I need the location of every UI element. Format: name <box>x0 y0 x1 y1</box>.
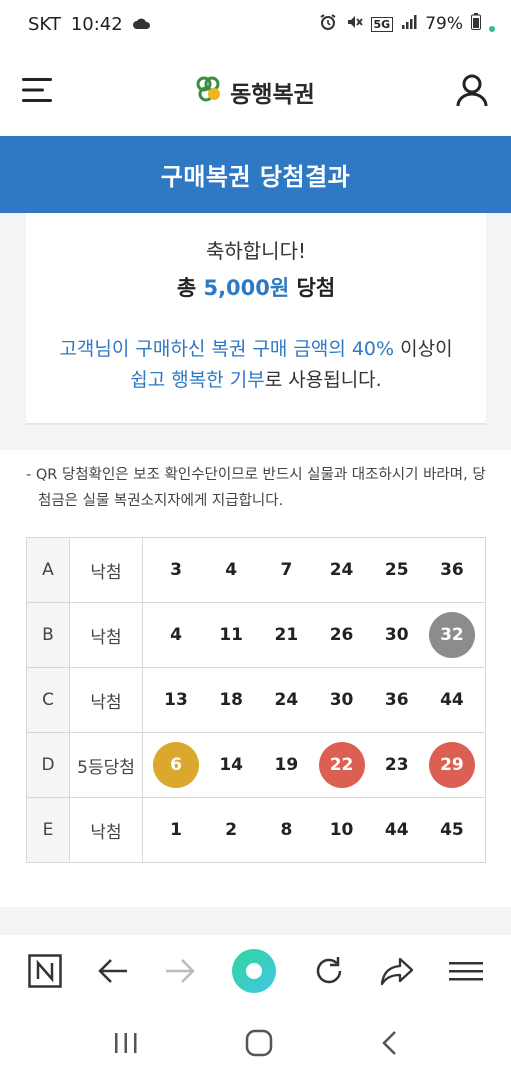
prize-suffix: 당첨 <box>289 276 336 300</box>
notification-dot-icon <box>489 26 495 32</box>
donation-line2-rest: 로 사용됩니다. <box>264 369 382 391</box>
forward-arrow-icon[interactable] <box>164 957 196 989</box>
menu-icon[interactable] <box>449 960 484 986</box>
donation-line1-rest: 이상이 <box>394 338 453 360</box>
row-status: 5등당첨 <box>69 732 143 798</box>
system-nav-bar <box>0 1010 511 1080</box>
status-bar: SKT 10:42 5G 79% <box>0 0 511 48</box>
matched-number-ball: 29 <box>428 742 475 788</box>
prize-line: 총 5,000원 당첨 <box>26 272 486 302</box>
lotto-number: 19 <box>274 755 299 775</box>
lotto-number: 36 <box>384 690 409 710</box>
row-status: 낙첨 <box>69 537 143 603</box>
lotto-number: 4 <box>170 625 182 645</box>
row-numbers: 1 2 8 10 44 45 <box>142 797 486 863</box>
home-icon[interactable] <box>245 1029 273 1061</box>
lotto-number: 45 <box>440 820 464 840</box>
matched-number-ball: 32 <box>428 612 475 658</box>
lotto-number: 30 <box>384 625 409 645</box>
lotto-number: 26 <box>329 625 354 645</box>
lotto-number: 13 <box>164 690 188 710</box>
signal-icon <box>401 14 417 35</box>
row-status: 낙첨 <box>69 602 143 668</box>
lotto-number: 7 <box>280 560 293 580</box>
row-label: B <box>26 602 70 668</box>
recent-apps-icon[interactable] <box>113 1031 139 1059</box>
app-header: 동행복권 <box>0 48 511 136</box>
lotto-number: 1 <box>170 820 182 840</box>
row-label: E <box>26 797 70 863</box>
back-icon[interactable] <box>380 1029 398 1061</box>
row-numbers: 3 4 7 24 25 36 <box>142 537 486 603</box>
lotto-number: 30 <box>329 690 354 710</box>
hamburger-icon[interactable] <box>22 77 54 107</box>
lotto-number: 24 <box>274 690 299 710</box>
mute-icon <box>345 13 363 36</box>
donation-line2-highlight: 쉽고 행복한 기부 <box>130 369 265 391</box>
notice-text: - QR 당첨확인은 보조 확인수단이므로 반드시 실물과 대조하시기 바라며,… <box>26 467 486 509</box>
row-status: 낙첨 <box>69 797 143 863</box>
row-numbers: 6 14 19 22 23 29 <box>142 732 486 798</box>
donation-message: 고객님이 구매하신 복권 구매 금액의 40% 이상이 쉽고 행복한 기부로 사… <box>26 334 486 396</box>
ticket-row: E 낙첨 1 2 8 10 44 45 <box>26 797 486 863</box>
matched-number-ball: 6 <box>153 742 199 788</box>
result-card: 축하합니다! 총 5,000원 당첨 고객님이 구매하신 복권 구매 금액의 4… <box>26 213 486 425</box>
donation-line1-highlight: 고객님이 구매하신 복권 구매 금액의 40% <box>59 338 395 360</box>
lotto-number: 4 <box>225 560 238 580</box>
logo-text: 동행복권 <box>230 82 315 108</box>
carrier-label: SKT <box>28 13 61 35</box>
lotto-number: 36 <box>440 560 464 580</box>
row-label: D <box>26 732 70 798</box>
clock: 10:42 <box>70 13 123 35</box>
lotto-number: 14 <box>219 755 244 775</box>
lotto-number: 25 <box>384 560 409 580</box>
ticket-row: C 낙첨 13 18 24 30 36 44 <box>26 667 486 733</box>
refresh-icon[interactable] <box>313 955 345 991</box>
alarm-icon <box>319 13 337 36</box>
prize-amount: 5,000원 <box>203 276 290 300</box>
row-label: C <box>26 667 70 733</box>
row-numbers: 13 18 24 30 36 44 <box>142 667 486 733</box>
row-label: A <box>26 537 70 603</box>
ticket-row: D 5등당첨 6 14 19 22 23 29 <box>26 732 486 798</box>
row-status: 낙첨 <box>69 667 143 733</box>
lotto-number: 2 <box>225 820 238 840</box>
ticket-table: A 낙첨 3 4 7 24 25 36 B 낙첨 4 11 21 26 30 32 C 낙첨 13 18 24 30 36 4… <box>26 537 486 863</box>
row-numbers: 4 11 21 26 30 32 <box>142 602 486 668</box>
lotto-number: 44 <box>440 690 464 710</box>
lotto-number: 3 <box>170 560 182 580</box>
prize-prefix: 총 <box>176 276 204 300</box>
browser-toolbar <box>0 935 511 1010</box>
lotto-number: 23 <box>384 755 409 775</box>
lotto-number: 24 <box>329 560 354 580</box>
lotto-number: 21 <box>274 625 299 645</box>
ticket-row: B 낙첨 4 11 21 26 30 32 <box>26 602 486 668</box>
ticket-row: A 낙첨 3 4 7 24 25 36 <box>26 537 486 603</box>
logo[interactable]: 동행복권 <box>194 75 315 109</box>
bottom-gap <box>0 907 511 935</box>
battery-icon <box>471 13 481 35</box>
naver-n-icon[interactable] <box>27 953 62 992</box>
lotto-number: 18 <box>219 690 244 710</box>
home-circle-icon[interactable] <box>231 948 277 998</box>
network-type-label: 5G <box>370 16 394 32</box>
notice: - QR 당첨확인은 보조 확인수단이므로 반드시 실물과 대조하시기 바라며,… <box>26 462 486 514</box>
back-arrow-icon[interactable] <box>97 957 129 989</box>
lotto-number: 11 <box>219 625 244 645</box>
cloud-icon <box>132 14 151 35</box>
user-icon[interactable] <box>455 73 489 111</box>
page-title: 구매복권 당첨결과 <box>0 136 511 213</box>
lotto-number: 44 <box>384 820 409 840</box>
congrats-text: 축하합니다! <box>205 239 307 263</box>
battery-level: 79% <box>425 14 463 34</box>
lotto-number: 10 <box>329 820 354 840</box>
logo-icon <box>194 75 222 109</box>
share-icon[interactable] <box>380 956 414 990</box>
matched-number-ball: 22 <box>318 742 365 788</box>
lotto-number: 8 <box>280 820 293 840</box>
